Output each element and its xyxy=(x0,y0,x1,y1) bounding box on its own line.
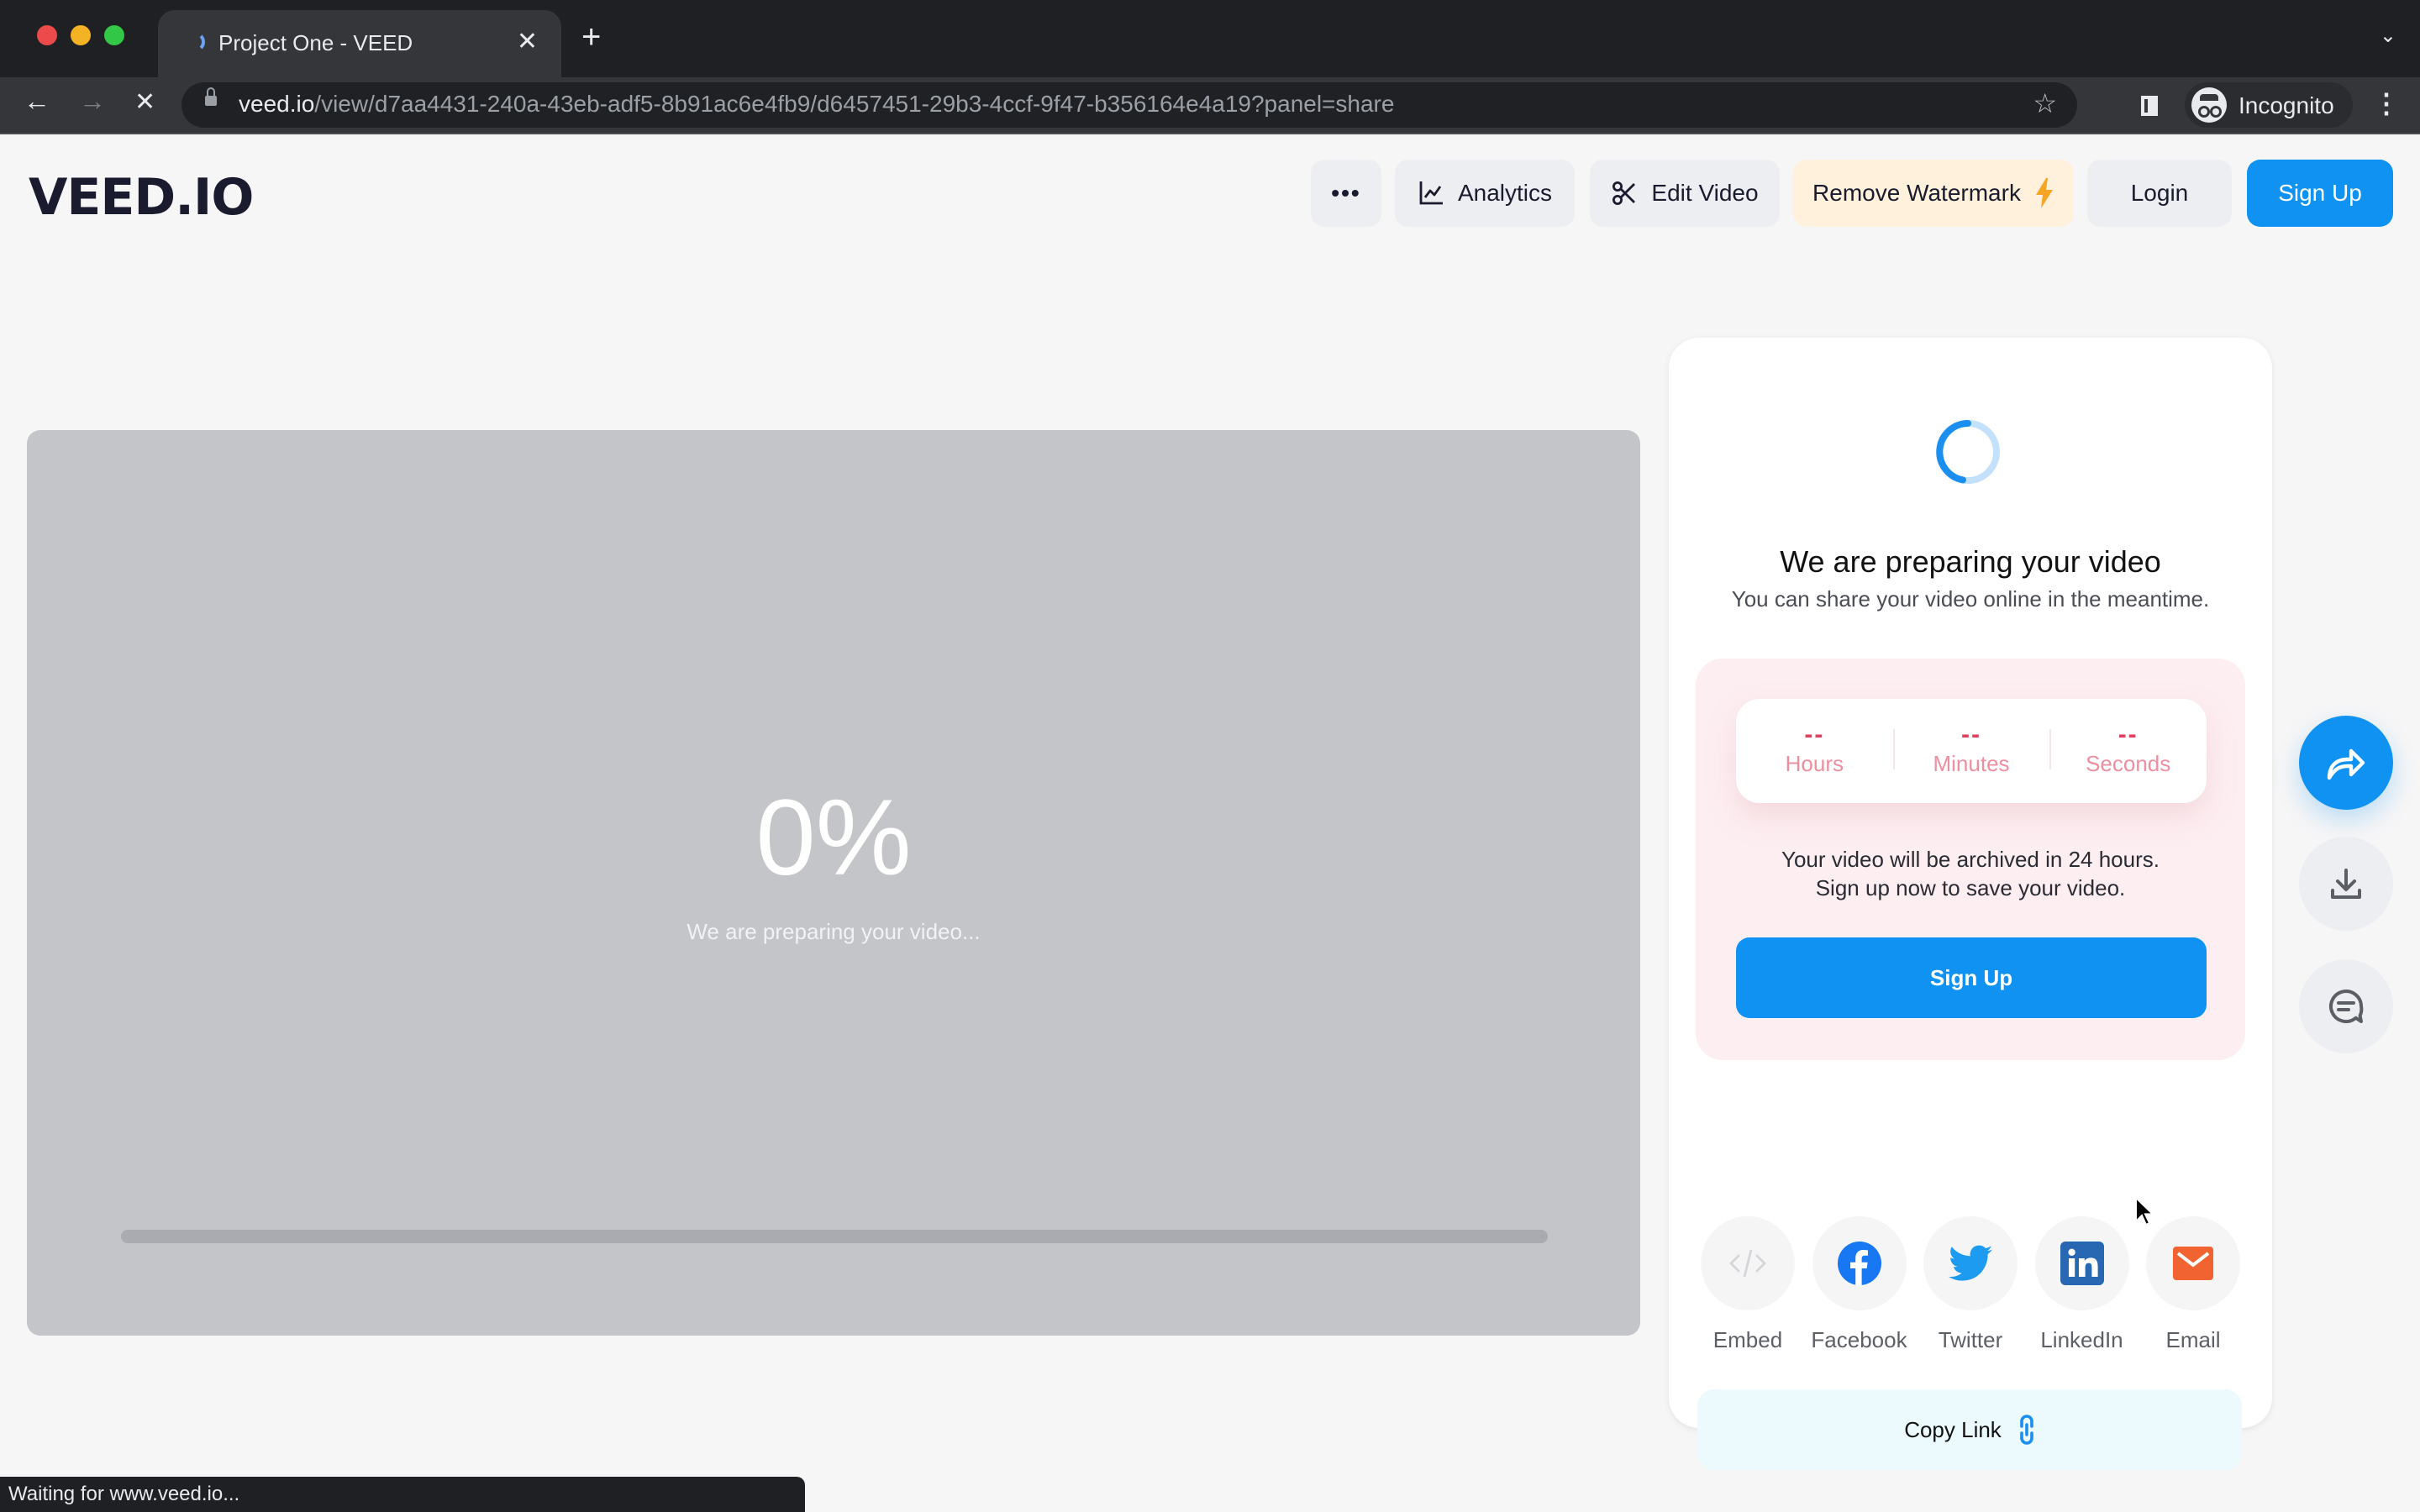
countdown-minutes: -- Minutes xyxy=(1892,699,2050,803)
share-linkedin-button[interactable]: LinkedIn xyxy=(2032,1216,2133,1353)
analytics-label: Analytics xyxy=(1457,180,1553,206)
login-button[interactable]: Login xyxy=(2087,160,2232,227)
page: Project One - VEED ✕ + ⌄ ← → ✕ veed.io/v… xyxy=(0,0,2420,1512)
back-button[interactable]: ← xyxy=(24,86,50,117)
header-signup-button[interactable]: Sign Up xyxy=(2247,160,2393,227)
url-host: veed.io xyxy=(239,91,315,117)
browser-tab-bar: Project One - VEED ✕ + ⌄ xyxy=(0,0,2420,77)
share-linkedin-label: LinkedIn xyxy=(2040,1327,2123,1352)
bookmark-star-icon[interactable]: ☆ xyxy=(2033,87,2057,119)
loading-spinner-icon xyxy=(1934,418,2002,486)
panel-signup-label: Sign Up xyxy=(1929,964,2013,990)
window-close-button[interactable] xyxy=(37,25,57,45)
share-targets: Embed Facebook Twitter LinkedIn Email xyxy=(1697,1216,2244,1353)
more-icon: ••• xyxy=(1331,180,1361,206)
incognito-label: Incognito xyxy=(2238,92,2334,118)
download-icon xyxy=(2328,865,2365,902)
analytics-button[interactable]: Analytics xyxy=(1395,160,1575,227)
email-icon xyxy=(2173,1247,2213,1280)
url-text[interactable]: veed.io/view/d7aa4431-240a-43eb-adf5-8b9… xyxy=(239,91,1394,118)
panel-signup-button[interactable]: Sign Up xyxy=(1736,937,2207,1018)
incognito-icon xyxy=(2191,87,2227,123)
scissors-icon xyxy=(1611,180,1638,207)
facebook-icon xyxy=(1837,1242,1881,1285)
share-panel-subtitle: You can share your video online in the m… xyxy=(1731,586,2210,612)
video-player[interactable]: 0% We are preparing your video... xyxy=(27,430,1640,1336)
address-bar[interactable]: veed.io/view/d7aa4431-240a-43eb-adf5-8b9… xyxy=(182,82,2077,128)
side-panel-icon[interactable] xyxy=(2141,96,2158,116)
countdown-seconds-label: Seconds xyxy=(2086,751,2171,776)
share-facebook-circle[interactable] xyxy=(1812,1216,1907,1310)
remove-watermark-button[interactable]: Remove Watermark xyxy=(1793,160,2074,227)
lightning-bolt-icon xyxy=(2034,178,2054,208)
linkedin-icon xyxy=(2060,1242,2104,1285)
more-options-button[interactable]: ••• xyxy=(1311,160,1381,227)
share-twitter-circle[interactable] xyxy=(1923,1216,2018,1310)
share-embed-button[interactable]: Embed xyxy=(1697,1216,1798,1353)
countdown-seconds-value: -- xyxy=(2118,721,2139,748)
tab-close-icon[interactable]: ✕ xyxy=(517,27,538,56)
browser-status-bubble: Waiting for www.veed.io... xyxy=(0,1477,805,1512)
remove-watermark-label: Remove Watermark xyxy=(1812,180,2021,206)
tab-search-chevron-icon[interactable]: ⌄ xyxy=(2380,24,2396,48)
stop-loading-button[interactable]: ✕ xyxy=(134,87,155,117)
countdown-minutes-value: -- xyxy=(1961,721,1981,748)
render-progress-bar xyxy=(121,1230,1548,1243)
share-fab-button[interactable] xyxy=(2299,716,2393,810)
share-linkedin-circle[interactable] xyxy=(2034,1216,2129,1310)
twitter-icon xyxy=(1949,1245,1992,1282)
share-twitter-button[interactable]: Twitter xyxy=(1920,1216,2021,1353)
share-email-button[interactable]: Email xyxy=(2143,1216,2244,1353)
edit-video-label: Edit Video xyxy=(1651,180,1759,206)
share-embed-label: Embed xyxy=(1712,1327,1783,1352)
render-progress-percent: 0% xyxy=(755,778,912,898)
browser-menu-icon[interactable]: ⋮ xyxy=(2373,87,2400,119)
share-panel-title: We are preparing your video xyxy=(1780,544,2161,579)
countdown-seconds: -- Seconds xyxy=(2049,699,2207,803)
veed-logo[interactable]: VEED.IO xyxy=(29,168,254,227)
lock-icon xyxy=(205,87,217,106)
share-email-label: Email xyxy=(2165,1327,2221,1352)
forward-button[interactable]: → xyxy=(79,86,106,117)
countdown-hours: -- Hours xyxy=(1736,699,1893,803)
comments-fab-button[interactable] xyxy=(2299,959,2393,1053)
share-twitter-label: Twitter xyxy=(1938,1327,2003,1352)
window-minimize-button[interactable] xyxy=(71,25,91,45)
archive-message-line1: Your video will be archived in 24 hours. xyxy=(1781,847,2160,872)
share-email-circle[interactable] xyxy=(2146,1216,2240,1310)
share-panel: We are preparing your video You can shar… xyxy=(1669,338,2272,1470)
copy-link-button[interactable]: Copy Link xyxy=(1697,1389,2242,1470)
edit-video-button[interactable]: Edit Video xyxy=(1590,160,1780,227)
embed-icon xyxy=(1728,1243,1768,1284)
archive-message-line2: Sign up now to save your video. xyxy=(1815,875,2126,900)
window-maximize-button[interactable] xyxy=(104,25,124,45)
countdown-hours-value: -- xyxy=(1804,721,1825,748)
share-facebook-label: Facebook xyxy=(1811,1327,1907,1352)
archive-countdown: -- Hours -- Minutes -- Seconds xyxy=(1736,699,2207,803)
share-arrow-icon xyxy=(2324,744,2368,781)
copy-link-label: Copy Link xyxy=(1904,1416,2002,1442)
comment-bubble-icon xyxy=(2326,986,2366,1026)
analytics-chart-icon xyxy=(1418,180,1444,207)
share-embed-circle[interactable] xyxy=(1701,1216,1795,1310)
new-tab-button[interactable]: + xyxy=(581,20,601,54)
browser-tab[interactable]: Project One - VEED ✕ xyxy=(158,10,561,77)
login-label: Login xyxy=(2130,180,2189,206)
archive-warning-box: -- Hours -- Minutes -- Seconds Your vide… xyxy=(1696,659,2245,1060)
share-facebook-button[interactable]: Facebook xyxy=(1809,1216,1910,1353)
header-signup-label: Sign Up xyxy=(2278,180,2362,206)
download-fab-button[interactable] xyxy=(2299,837,2393,931)
archive-message: Your video will be archived in 24 hours.… xyxy=(1696,845,2245,902)
render-status-text: We are preparing your video... xyxy=(687,919,981,944)
countdown-minutes-label: Minutes xyxy=(1933,751,2010,776)
browser-toolbar: ← → ✕ veed.io/view/d7aa4431-240a-43eb-ad… xyxy=(0,77,2420,134)
link-chain-icon xyxy=(2018,1415,2035,1445)
countdown-hours-label: Hours xyxy=(1785,751,1844,776)
incognito-profile-button[interactable]: Incognito xyxy=(2185,82,2353,128)
tab-loading-icon xyxy=(185,32,205,52)
tab-title: Project One - VEED xyxy=(218,30,413,55)
url-path: /view/d7aa4431-240a-43eb-adf5-8b91ac6e4f… xyxy=(314,91,1395,117)
